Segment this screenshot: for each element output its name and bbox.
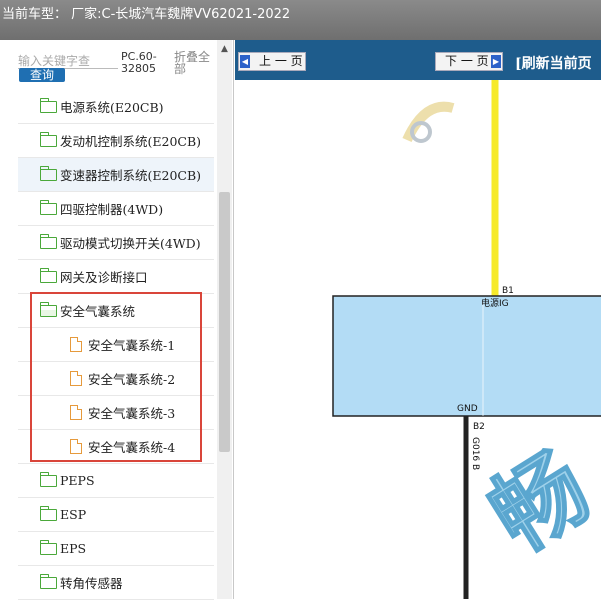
folder-icon [40, 233, 57, 249]
next-page-button[interactable]: 下 一 页 ▶ [435, 52, 503, 71]
tree-item-label: 安全气囊系统-3 [88, 406, 176, 421]
collapse-all-button[interactable]: 折叠全部 [174, 51, 214, 75]
tree-item-4wd-controller[interactable]: 四驱控制器(4WD) [18, 192, 214, 226]
tree-item-airbag-3[interactable]: 安全气囊系统-3 [18, 396, 214, 430]
diagram-panel: ◀ 上 一 页 下 一 页 ▶ [刷新当前页 畅 B1 电源IG GND B2 [235, 40, 601, 599]
prev-page-label: 上 一 页 [259, 54, 303, 68]
folder-open-icon [40, 301, 57, 317]
folder-icon [40, 539, 57, 555]
tree-item-drive-mode-switch[interactable]: 驱动模式切换开关(4WD) [18, 226, 214, 260]
folder-icon [40, 131, 57, 147]
tree-item-label: 电源系统(E20CB) [60, 100, 164, 115]
wire-label: G016 B [470, 437, 480, 470]
current-vehicle-text: 当前车型： 厂家:C-长城汽车魏牌VV62021-2022 [2, 7, 291, 22]
tree-item-transmission-control[interactable]: 变速器控制系统(E20CB) [18, 158, 214, 192]
folder-icon [40, 267, 57, 283]
arrow-right-icon: ▶ [491, 55, 501, 68]
document-icon [70, 439, 82, 454]
tree-item-gateway[interactable]: 网关及诊断接口 [18, 260, 214, 294]
refresh-page-link[interactable]: [刷新当前页 [515, 53, 592, 73]
pc-number: PC.60-32805 [121, 50, 157, 75]
pin-top-id: B1 [502, 286, 514, 296]
tree-item-label: 四驱控制器(4WD) [60, 202, 164, 217]
tree-item-label: 安全气囊系统-2 [88, 372, 176, 387]
svg-text:畅: 畅 [473, 433, 601, 573]
tree-item-eps[interactable]: EPS [18, 532, 214, 566]
tree-item-label: 安全气囊系统-4 [88, 440, 176, 455]
tree-item-airbag-2[interactable]: 安全气囊系统-2 [18, 362, 214, 396]
wiring-diagram-svg: 畅 B1 电源IG GND B2 G016 B [332, 80, 601, 599]
tree-item-label: EPS [60, 541, 87, 556]
folder-icon [40, 471, 57, 487]
tree-item-airbag-4[interactable]: 安全气囊系统-4 [18, 430, 214, 464]
component-block[interactable] [332, 295, 601, 417]
tree-item-airbag-1[interactable]: 安全气囊系统-1 [18, 328, 214, 362]
tree-scrollbar[interactable]: ▲ [217, 40, 232, 599]
tree-item-label: PEPS [60, 473, 95, 488]
tree-item-label: 驱动模式切换开关(4WD) [60, 236, 201, 251]
pin-bottom-id: B2 [473, 422, 485, 432]
diagram-toolbar: ◀ 上 一 页 下 一 页 ▶ [刷新当前页 [235, 40, 601, 80]
tree-item-engine-control[interactable]: 发动机控制系统(E20CB) [18, 124, 214, 158]
pin-bottom-name: GND [457, 404, 478, 414]
watermark-glyph: 畅 [472, 432, 601, 574]
query-button[interactable]: 查询 [19, 68, 65, 82]
tree-item-label: 安全气囊系统 [60, 304, 136, 319]
search-input[interactable] [18, 53, 118, 69]
document-icon [70, 371, 82, 386]
tree-item-peps[interactable]: PEPS [18, 464, 214, 498]
tree-item-esp[interactable]: ESP [18, 498, 214, 532]
folder-icon [40, 165, 57, 181]
tree-item-steering-angle-sensor[interactable]: 转角传感器 [18, 566, 214, 600]
folder-icon [40, 97, 57, 113]
tree-item-power[interactable]: 电源系统(E20CB) [18, 90, 214, 124]
tree-item-label: 安全气囊系统-1 [88, 338, 176, 353]
document-icon [70, 337, 82, 352]
folder-icon [40, 505, 57, 521]
tree-item-label: ESP [60, 507, 87, 522]
arrow-left-icon: ◀ [240, 55, 250, 68]
document-icon [70, 405, 82, 420]
scrollbar-thumb[interactable] [219, 192, 230, 452]
component-tree: 电源系统(E20CB) 发动机控制系统(E20CB) 变速器控制系统(E20CB… [18, 90, 214, 600]
tree-item-label: 网关及诊断接口 [60, 270, 148, 285]
tree-item-label: 变速器控制系统(E20CB) [60, 168, 202, 183]
wiring-diagram: 畅 B1 电源IG GND B2 G016 B [235, 80, 601, 599]
tree-item-label: 转角传感器 [60, 576, 123, 591]
tree-item-label: 发动机控制系统(E20CB) [60, 134, 202, 149]
next-page-label: 下 一 页 [445, 54, 489, 68]
folder-icon [40, 573, 57, 589]
scroll-up-arrow-icon[interactable]: ▲ [217, 42, 232, 56]
pin-top-name: 电源IG [481, 297, 509, 309]
left-panel: 查询 PC.60-32805 折叠全部 电源系统(E20CB) 发动机控制系统(… [0, 40, 234, 600]
watermark-logo [402, 101, 455, 143]
tree-item-airbag-system[interactable]: 安全气囊系统 [18, 294, 214, 328]
folder-icon [40, 199, 57, 215]
title-bar: 当前车型： 厂家:C-长城汽车魏牌VV62021-2022 [0, 0, 601, 40]
prev-page-button[interactable]: ◀ 上 一 页 [238, 52, 306, 71]
